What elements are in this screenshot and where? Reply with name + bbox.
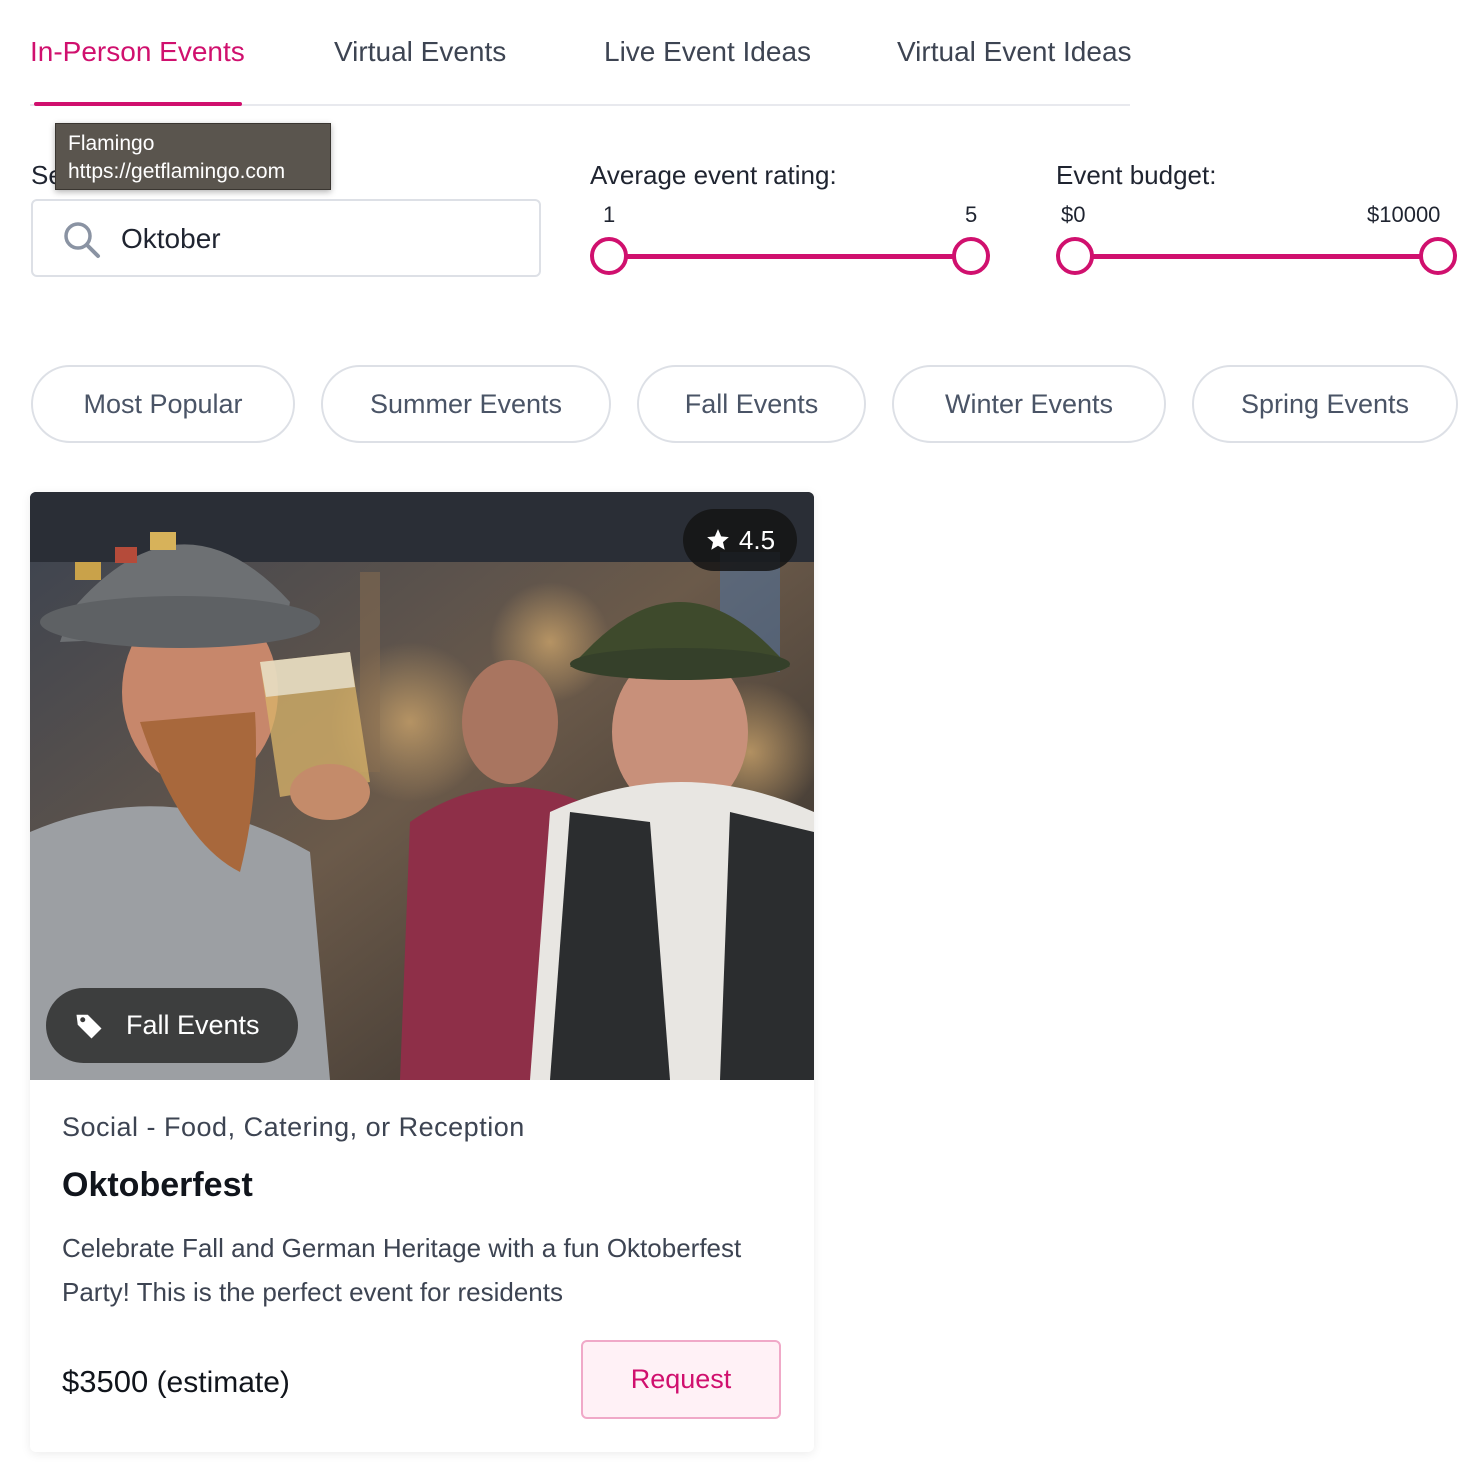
event-card[interactable]: 4.5 Fall Events Social - Food, Catering,… — [30, 492, 814, 1452]
rating-min-label: 1 — [603, 202, 616, 227]
chip-winter-events[interactable]: Winter Events — [892, 365, 1166, 443]
rating-filter-title: Average event rating: — [590, 160, 837, 190]
tab-in-person-events[interactable]: In-Person Events — [30, 36, 245, 68]
request-button[interactable]: Request — [581, 1340, 781, 1419]
rating-max-thumb[interactable] — [952, 237, 990, 275]
price-amount: $3500 — [62, 1364, 149, 1399]
search-input[interactable] — [121, 215, 521, 263]
event-tabs: In-Person Events Virtual Events Live Eve… — [30, 0, 1132, 106]
rating-slider-track[interactable] — [609, 254, 971, 259]
budget-filter-title: Event budget: — [1056, 160, 1217, 190]
chip-most-popular[interactable]: Most Popular — [31, 365, 295, 443]
tag-icon — [76, 1014, 102, 1038]
rating-min-thumb[interactable] — [590, 237, 628, 275]
budget-min-thumb[interactable] — [1056, 237, 1094, 275]
tag-badge: Fall Events — [46, 988, 298, 1063]
rating-badge: 4.5 — [683, 509, 797, 571]
budget-slider-track[interactable] — [1075, 254, 1438, 259]
rating-value: 4.5 — [738, 524, 776, 555]
active-tab-indicator — [34, 102, 242, 106]
event-category: Social - Food, Catering, or Reception — [62, 1112, 525, 1142]
star-icon — [707, 529, 729, 550]
budget-min-label: $0 — [1061, 202, 1086, 227]
tab-virtual-event-ideas[interactable]: Virtual Event Ideas — [897, 36, 1132, 68]
budget-max-label: $10000 — [1367, 202, 1441, 227]
rating-max-label: 5 — [965, 202, 978, 227]
tooltip-url: https://getflamingo.com — [68, 160, 286, 183]
tag-label: Fall Events — [126, 1010, 260, 1040]
tooltip-title: Flamingo — [68, 132, 155, 155]
budget-max-thumb[interactable] — [1419, 237, 1457, 275]
price-note: (estimate) — [156, 1366, 290, 1399]
search-icon — [64, 222, 100, 258]
event-photo: 4.5 Fall Events — [30, 492, 814, 1080]
chip-summer-events[interactable]: Summer Events — [321, 365, 611, 443]
link-tooltip: Flamingo https://getflamingo.com — [55, 123, 331, 190]
chip-fall-events[interactable]: Fall Events — [637, 365, 866, 443]
chip-spring-events[interactable]: Spring Events — [1192, 365, 1458, 443]
search-box[interactable] — [31, 199, 541, 277]
tab-virtual-events[interactable]: Virtual Events — [334, 36, 506, 68]
event-price: $3500 (estimate) — [62, 1364, 290, 1400]
event-description: Celebrate Fall and German Heritage with … — [62, 1233, 742, 1307]
tab-live-event-ideas[interactable]: Live Event Ideas — [604, 36, 811, 68]
event-title[interactable]: Oktoberfest — [62, 1166, 253, 1205]
